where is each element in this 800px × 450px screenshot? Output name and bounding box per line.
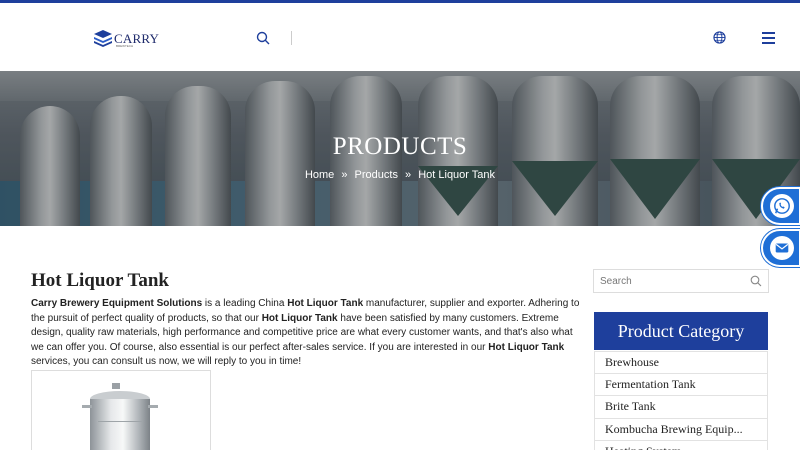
page-banner: PRODUCTS Home » Products » Hot Liquor Ta… (0, 71, 800, 226)
breadcrumb-products[interactable]: Products (355, 169, 398, 181)
site-logo[interactable]: CARRY BREWTECH (93, 28, 159, 48)
breadcrumb-separator: » (405, 169, 412, 181)
email-contact-button[interactable] (761, 229, 800, 267)
header-search-button[interactable] (256, 31, 270, 45)
category-item-kombucha[interactable]: Kombucha Brewing Equip... (594, 418, 768, 441)
breadcrumb-separator: » (341, 169, 348, 181)
language-button[interactable] (713, 31, 726, 44)
product-image (82, 383, 158, 450)
product-keyword: Hot Liquor Tank (488, 341, 565, 353)
whatsapp-contact-button[interactable] (761, 187, 800, 225)
intro-paragraph: Carry Brewery Equipment Solutions is a l… (31, 297, 583, 370)
search-icon[interactable] (750, 275, 762, 287)
sidebar-search (593, 269, 769, 293)
category-item-brewhouse[interactable]: Brewhouse (594, 351, 768, 374)
breadcrumb-current: Hot Liquor Tank (418, 169, 496, 181)
banner-title: PRODUCTS (332, 133, 468, 160)
logo-subtext: BREWTECH (116, 44, 134, 48)
product-card[interactable] (31, 370, 211, 450)
category-list: Brewhouse Fermentation Tank Brite Tank K… (594, 351, 768, 450)
header-divider (291, 31, 292, 45)
breadcrumb-home[interactable]: Home (305, 169, 334, 181)
logo-mark-icon (94, 30, 112, 47)
globe-icon (713, 31, 726, 44)
page-title: Hot Liquor Tank (31, 270, 170, 291)
company-name: Carry Brewery Equipment Solutions (31, 298, 203, 309)
intro-text: is a leading China (202, 298, 288, 309)
intro-text: services, you can consult us now, we wil… (31, 356, 302, 368)
whatsapp-icon (774, 198, 790, 214)
breadcrumb: Home » Products » Hot Liquor Tank (0, 169, 800, 181)
product-category-heading: Product Category (594, 312, 768, 350)
category-item-brite-tank[interactable]: Brite Tank (594, 396, 768, 419)
email-icon (775, 243, 789, 253)
product-keyword: Hot Liquor Tank (287, 298, 364, 309)
search-icon (256, 31, 270, 45)
logo-text: CARRY (114, 30, 160, 46)
category-item-heating-system[interactable]: Heating System (594, 441, 768, 450)
product-keyword: Hot Liquor Tank (261, 312, 338, 324)
category-item-fermentation-tank[interactable]: Fermentation Tank (594, 373, 768, 396)
hamburger-menu-icon[interactable] (762, 32, 775, 44)
site-header: CARRY BREWTECH (0, 3, 800, 71)
sidebar-search-input[interactable] (594, 270, 744, 292)
